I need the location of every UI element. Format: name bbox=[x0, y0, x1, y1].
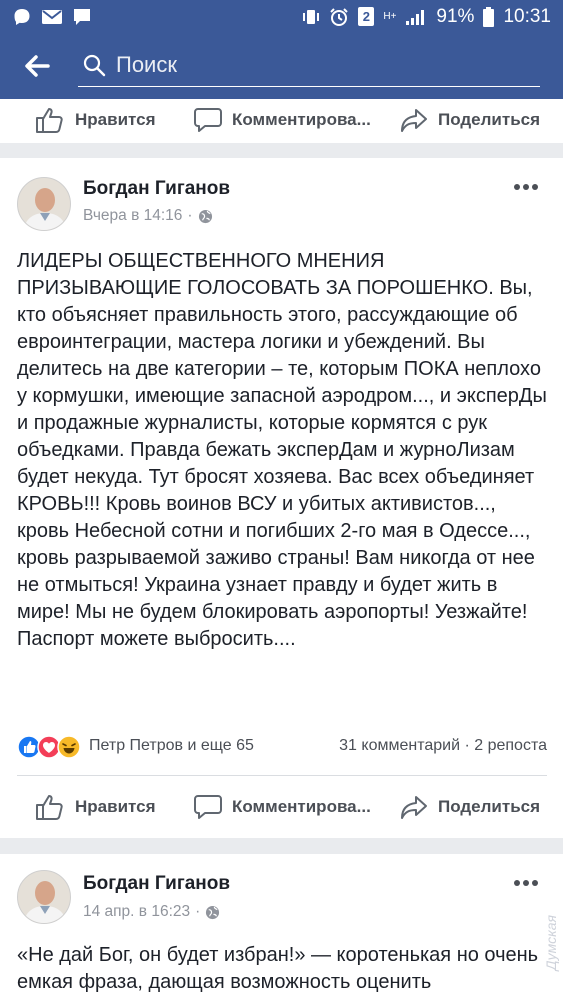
more-options-icon[interactable] bbox=[513, 879, 539, 887]
post-action-bar: Нравится Комментирова... Поделиться bbox=[0, 782, 563, 832]
reaction-icons bbox=[17, 735, 87, 759]
post-text: ЛИДЕРЫ ОБЩЕСТВЕННОГО МНЕНИЯ ПРИЗЫВАЮЩИЕ … bbox=[17, 250, 547, 650]
like-button[interactable]: Нравится bbox=[35, 107, 156, 133]
avatar[interactable] bbox=[17, 177, 71, 231]
reaction-names[interactable]: Петр Петров и еще 65 bbox=[89, 737, 254, 755]
post-meta: Вчера в 14:16 · bbox=[83, 207, 213, 225]
thumbs-up-icon bbox=[36, 108, 63, 133]
back-arrow-icon[interactable] bbox=[22, 51, 52, 81]
like-label: Нравится bbox=[75, 110, 156, 129]
post-time[interactable]: Вчера в 14:16 bbox=[83, 207, 182, 225]
like-button[interactable]: Нравится bbox=[35, 794, 156, 820]
search-input[interactable]: Поиск bbox=[78, 45, 540, 87]
alarm-icon bbox=[330, 7, 349, 26]
thumbs-up-icon bbox=[36, 795, 63, 820]
battery-icon bbox=[483, 6, 495, 27]
share-icon bbox=[401, 796, 427, 819]
comment-label: Комментирова... bbox=[232, 110, 371, 129]
mail-icon bbox=[42, 9, 62, 24]
post-card: Богдан Гиганов Вчера в 14:16 · ЛИДЕРЫ ОБ… bbox=[0, 158, 563, 838]
share-label: Поделиться bbox=[438, 110, 541, 129]
like-label: Нравится bbox=[75, 797, 156, 816]
clock: 10:31 bbox=[503, 5, 551, 27]
messenger-icon bbox=[74, 8, 90, 25]
previous-post-footer: Нравится Комментирова... Поделиться bbox=[0, 99, 563, 143]
more-options-icon[interactable] bbox=[513, 183, 539, 191]
haha-reaction-icon bbox=[57, 735, 81, 759]
share-label: Поделиться bbox=[438, 797, 541, 816]
share-icon bbox=[401, 109, 427, 132]
post-header: Богдан Гиганов 14 апр. в 16:23 · bbox=[0, 854, 563, 924]
battery-percent: 91% bbox=[436, 5, 475, 27]
share-button[interactable]: Поделиться bbox=[400, 794, 540, 820]
post-meta: 14 апр. в 16:23 · bbox=[83, 903, 220, 921]
post-header: Богдан Гиганов Вчера в 14:16 · bbox=[0, 158, 563, 231]
sim-icon: 2 bbox=[358, 7, 375, 26]
post-time[interactable]: 14 апр. в 16:23 bbox=[83, 903, 190, 921]
globe-icon bbox=[206, 905, 220, 919]
signal-icon bbox=[406, 9, 425, 25]
repost-count[interactable]: 2 репоста bbox=[474, 737, 547, 754]
comment-icon bbox=[194, 795, 222, 819]
search-placeholder: Поиск bbox=[116, 52, 177, 77]
comment-count[interactable]: 31 комментарий bbox=[339, 737, 460, 754]
globe-icon bbox=[198, 209, 212, 223]
author-name[interactable]: Богдан Гиганов bbox=[83, 178, 230, 200]
divider bbox=[17, 775, 547, 776]
comment-icon bbox=[194, 108, 222, 132]
viber-icon bbox=[14, 8, 30, 25]
vibrate-icon bbox=[303, 9, 320, 24]
share-button[interactable]: Поделиться bbox=[400, 107, 540, 133]
network-icon: H+ bbox=[383, 10, 397, 22]
watermark: Думская bbox=[543, 915, 559, 971]
search-header: Поиск bbox=[0, 33, 563, 99]
reactions-summary[interactable]: Петр Петров и еще 65 31 комментарий · 2 … bbox=[17, 735, 547, 759]
status-bar: 2 H+ 91% 10:31 bbox=[0, 0, 563, 33]
search-icon bbox=[83, 54, 106, 77]
comment-button[interactable]: Комментирова... bbox=[194, 794, 371, 820]
post-text: «Не дай Бог, он будет избран!» — коротен… bbox=[17, 944, 539, 993]
comment-label: Комментирова... bbox=[232, 797, 371, 816]
comment-button[interactable]: Комментирова... bbox=[194, 107, 371, 133]
comment-repost-counts[interactable]: 31 комментарий · 2 репоста bbox=[339, 737, 547, 755]
avatar[interactable] bbox=[17, 870, 71, 924]
post-card: Богдан Гиганов 14 апр. в 16:23 · «Не дай… bbox=[0, 854, 563, 1000]
author-name[interactable]: Богдан Гиганов bbox=[83, 873, 230, 895]
